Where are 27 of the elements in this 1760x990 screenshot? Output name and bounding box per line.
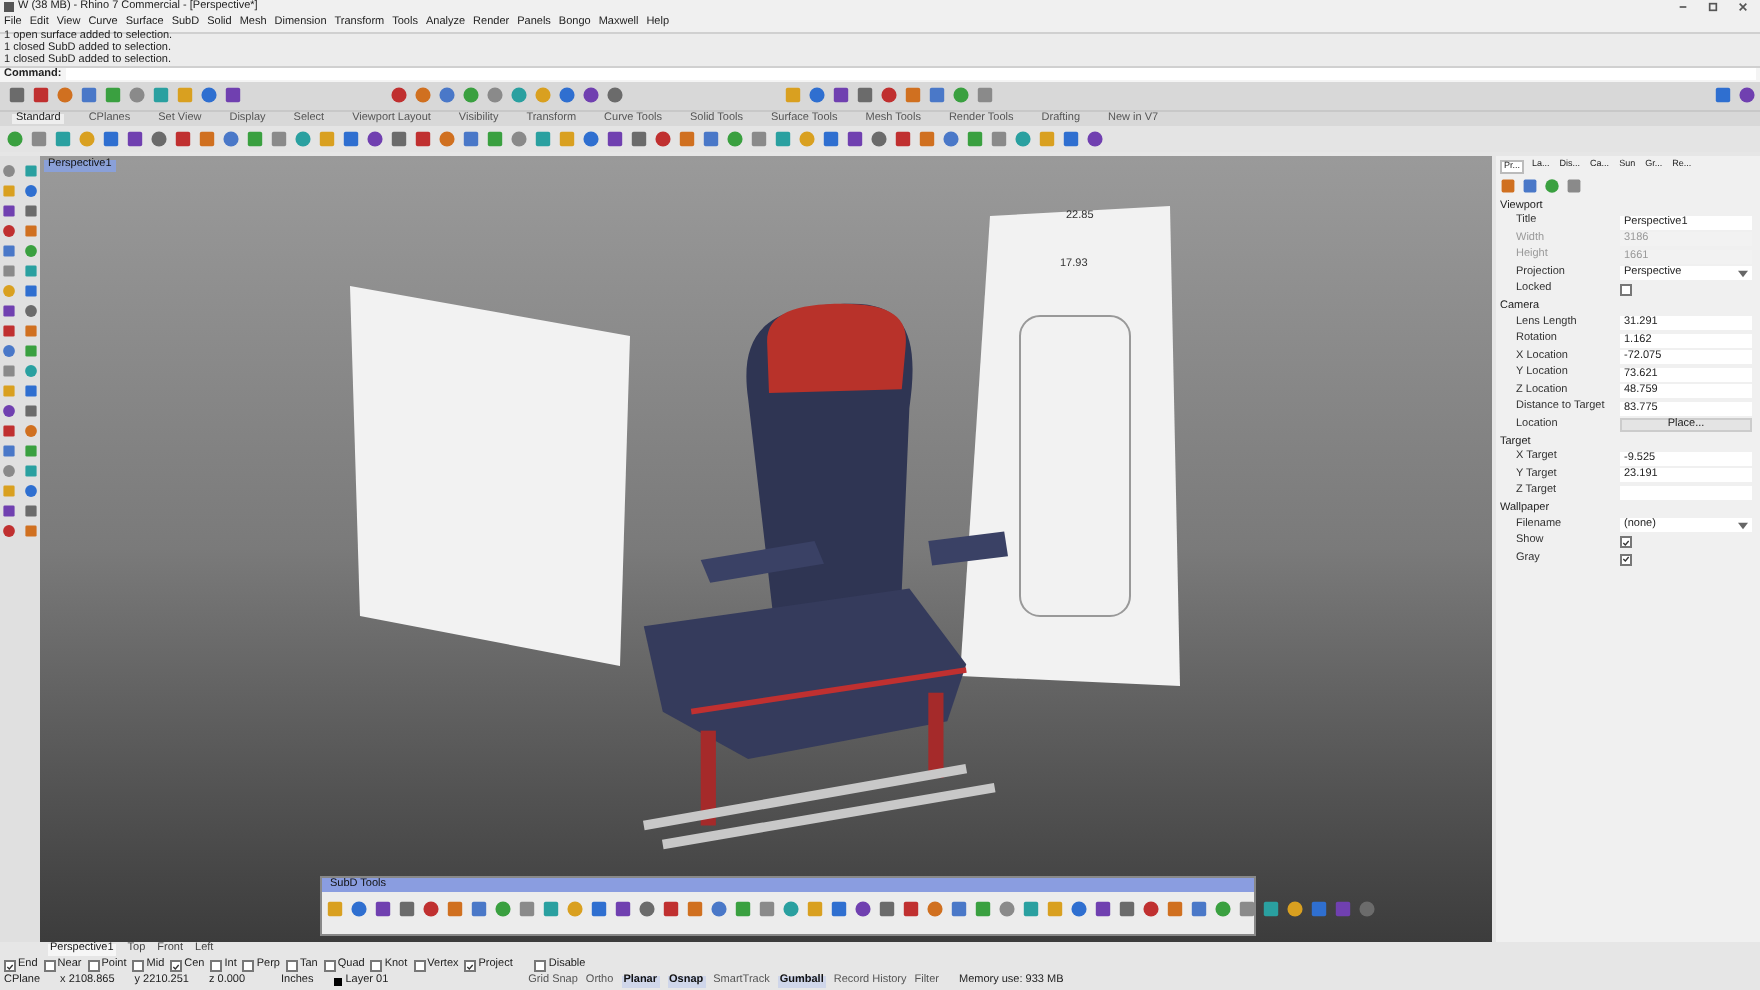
checkbox[interactable] — [4, 960, 16, 973]
check-icon — [6, 961, 14, 972]
close-icon[interactable] — [1738, 2, 1748, 13]
checkbox[interactable] — [1620, 536, 1632, 549]
check-icon — [172, 961, 181, 972]
checkbox[interactable] — [210, 960, 223, 973]
checkbox[interactable] — [43, 960, 56, 973]
checkbox[interactable] — [242, 960, 255, 973]
check-icon — [466, 961, 475, 972]
maximize-icon[interactable] — [1708, 2, 1718, 13]
checkbox[interactable] — [413, 960, 426, 973]
app-logo-icon — [4, 2, 14, 13]
caret-icon — [1738, 269, 1748, 278]
checkbox[interactable] — [323, 960, 336, 973]
checkbox[interactable] — [534, 960, 547, 973]
checkbox[interactable] — [464, 960, 477, 973]
checkbox[interactable] — [285, 960, 298, 973]
layer-swatch — [333, 978, 342, 986]
minimize-icon[interactable] — [1678, 2, 1688, 13]
command-input[interactable] — [65, 68, 1756, 81]
checkbox[interactable] — [1620, 284, 1632, 297]
checkbox[interactable] — [170, 960, 183, 973]
caret-icon — [1738, 521, 1748, 530]
checkbox[interactable] — [87, 960, 100, 973]
checkbox[interactable] — [1620, 553, 1632, 566]
checkbox[interactable] — [370, 960, 383, 973]
checkbox[interactable] — [132, 960, 145, 973]
